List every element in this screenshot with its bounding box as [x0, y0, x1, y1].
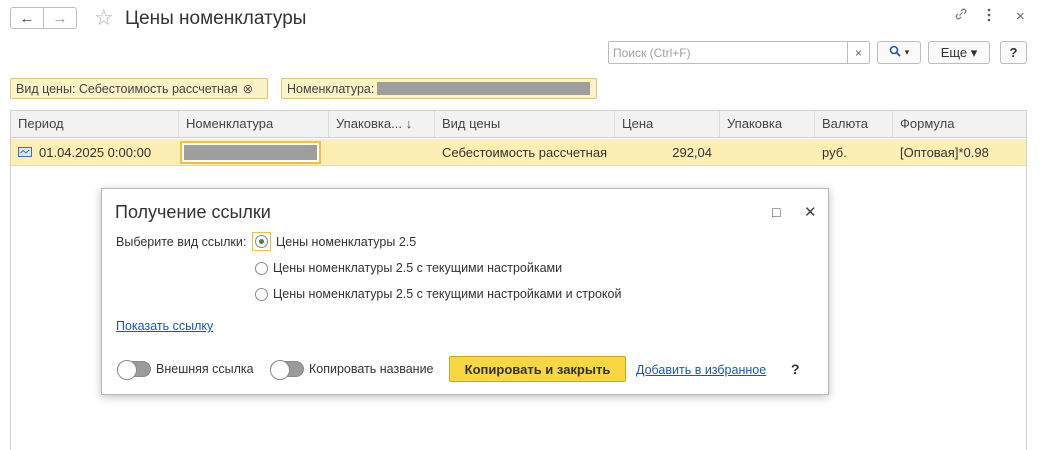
filter-nomenclature-label: Номенклатура:	[287, 81, 375, 96]
close-icon[interactable]: ×	[1016, 8, 1025, 25]
help-button[interactable]: ?	[1000, 41, 1027, 64]
forward-button[interactable]: →	[43, 7, 77, 29]
radio-icon[interactable]	[255, 287, 268, 301]
column-header-price-type[interactable]: Вид цены	[435, 111, 615, 137]
search-icon	[889, 45, 901, 60]
back-button[interactable]: ←	[10, 7, 44, 29]
copy-name-label: Копировать название	[309, 362, 434, 376]
column-header-formula[interactable]: Формула	[893, 111, 1026, 137]
link-option-1[interactable]: Цены номенклатуры 2.5	[252, 232, 416, 251]
more-vertical-icon[interactable]	[986, 8, 992, 25]
link-option-3-label: Цены номенклатуры 2.5 с текущими настрой…	[273, 287, 622, 301]
page-title: Цены номенклатуры	[125, 8, 307, 29]
table-row[interactable]: 01.04.2025 0:00:00 Себестоимость рассчет…	[11, 139, 1026, 166]
toggle-switch[interactable]	[117, 360, 151, 380]
link-icon[interactable]	[953, 6, 969, 25]
redacted-value	[377, 82, 591, 95]
column-header-price[interactable]: Цена	[615, 111, 720, 137]
dialog-close-icon[interactable]: ✕	[804, 203, 817, 221]
choose-link-label: Выберите вид ссылки:	[116, 235, 247, 249]
copy-name-toggle[interactable]: Копировать название	[270, 360, 434, 380]
filter-nomenclature[interactable]: Номенклатура:	[281, 78, 597, 99]
toggle-switch[interactable]	[270, 360, 304, 380]
external-link-toggle[interactable]: Внешняя ссылка	[117, 360, 254, 380]
radio-icon[interactable]	[255, 261, 268, 275]
link-option-2-label: Цены номенклатуры 2.5 с текущими настрой…	[273, 261, 563, 275]
copy-and-close-button[interactable]: Копировать и закрыть	[449, 356, 626, 382]
period-value: 01.04.2025 0:00:00	[39, 145, 152, 160]
search-button[interactable]: ▾	[877, 41, 921, 64]
column-header-packaging-sort[interactable]: Упаковка... ↓	[329, 111, 435, 137]
filter-price-type[interactable]: Вид цены: Себестоимость рассчетная ⊗	[10, 78, 268, 99]
column-header-packaging[interactable]: Упаковка	[720, 111, 815, 137]
arrow-right-icon: →	[52, 9, 68, 27]
search-field[interactable]: ×	[608, 41, 870, 64]
radio-selected-icon[interactable]	[255, 235, 268, 248]
cell-currency: руб.	[822, 145, 847, 160]
search-clear-button[interactable]: ×	[847, 42, 869, 63]
maximize-icon[interactable]: □	[772, 204, 780, 220]
link-option-1-label: Цены номенклатуры 2.5	[276, 234, 417, 249]
table-header: Период Номенклатура Упаковка... ↓ Вид це…	[11, 111, 1026, 138]
clear-filter-icon[interactable]: ⊗	[243, 81, 253, 96]
cell-formula: [Оптовая]*0.98	[900, 145, 989, 160]
dialog-title: Получение ссылки	[115, 202, 271, 222]
redacted-value	[184, 145, 317, 160]
add-to-favorites-link[interactable]: Добавить в избранное	[636, 363, 766, 377]
cell-price: 292,04	[672, 145, 712, 160]
filter-price-type-label: Вид цены: Себестоимость рассчетная	[16, 81, 238, 96]
chevron-down-icon: ▾	[904, 47, 910, 57]
record-icon	[18, 139, 32, 166]
copy-and-close-label: Копировать и закрыть	[464, 361, 611, 377]
favorite-star-icon[interactable]: ☆	[94, 5, 114, 31]
column-header-currency[interactable]: Валюта	[815, 111, 893, 137]
search-input[interactable]	[609, 42, 845, 63]
link-option-3[interactable]: Цены номенклатуры 2.5 с текущими настрой…	[255, 287, 621, 301]
more-button[interactable]: Еще ▾	[928, 41, 990, 64]
link-option-2[interactable]: Цены номенклатуры 2.5 с текущими настрой…	[255, 261, 562, 275]
external-link-label: Внешняя ссылка	[156, 362, 254, 376]
cell-nomenclature[interactable]	[179, 139, 321, 166]
show-link[interactable]: Показать ссылку	[116, 319, 213, 333]
radio-focus	[252, 232, 271, 251]
arrow-left-icon: ←	[19, 9, 35, 27]
get-link-dialog: Получение ссылки □ ✕ Выберите вид ссылки…	[101, 188, 829, 395]
cell-price-type: Себестоимость рассчетная	[442, 145, 608, 160]
cell-period: 01.04.2025 0:00:00	[11, 139, 179, 166]
column-header-period[interactable]: Период	[11, 111, 179, 137]
column-header-nomenclature[interactable]: Номенклатура	[179, 111, 329, 137]
dialog-help-button[interactable]: ?	[791, 361, 800, 377]
